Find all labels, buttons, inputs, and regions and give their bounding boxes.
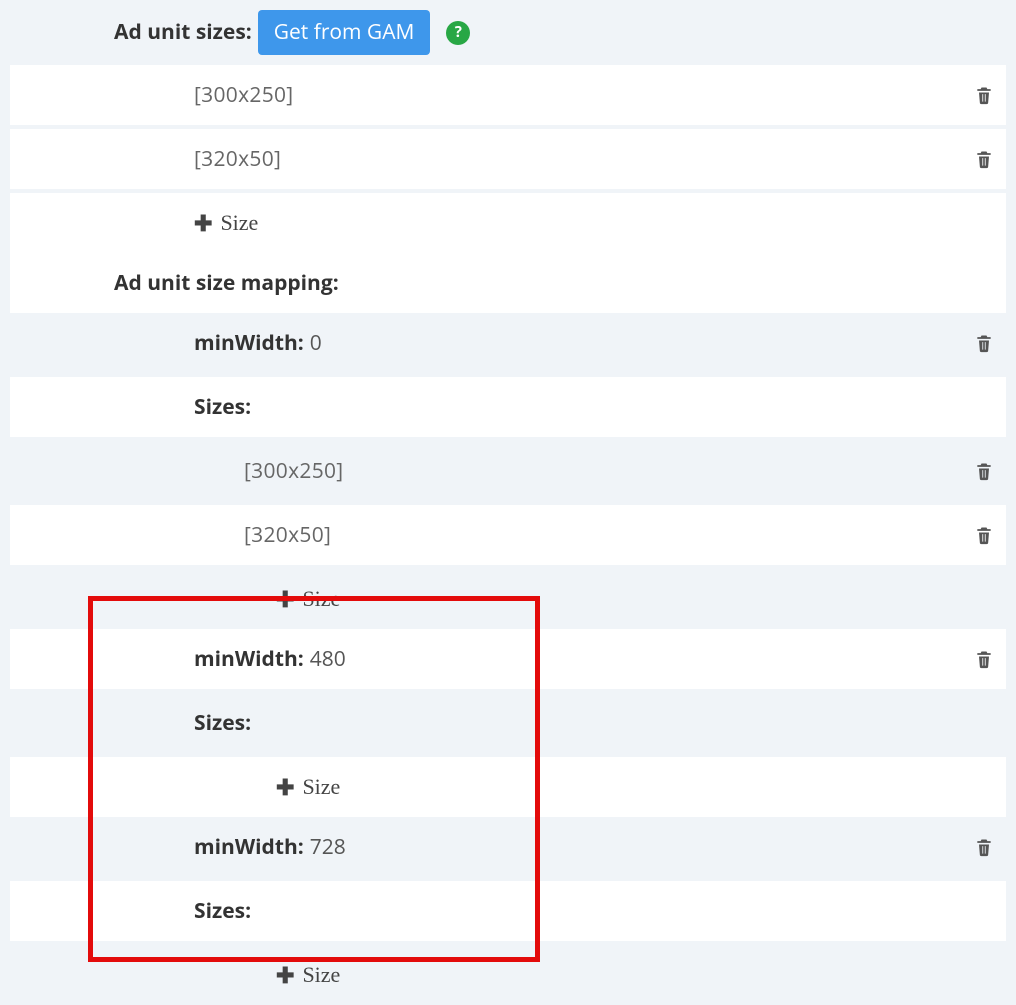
trash-icon[interactable] bbox=[974, 836, 994, 858]
ad-unit-sizes-header: Ad unit sizes: Get from GAM ? bbox=[10, 0, 1006, 65]
breakpoint-sizes-label-row: Sizes: bbox=[10, 881, 1006, 941]
trash-icon[interactable] bbox=[974, 84, 994, 106]
add-size-label: Size bbox=[302, 960, 340, 991]
minwidth-value: 728 bbox=[310, 833, 346, 862]
trash-icon[interactable] bbox=[974, 460, 994, 482]
size-row: [320x50] bbox=[10, 129, 1006, 189]
size-mapping-header: Ad unit size mapping: bbox=[10, 253, 1006, 313]
size-value: [300x250] bbox=[194, 81, 293, 110]
trash-icon[interactable] bbox=[974, 332, 994, 354]
size-mapping-label: Ad unit size mapping: bbox=[114, 269, 339, 298]
trash-icon[interactable] bbox=[974, 524, 994, 546]
add-breakpoint-size-button[interactable]: ✚ Size bbox=[10, 945, 1006, 1005]
minwidth-value: 480 bbox=[310, 645, 346, 674]
add-breakpoint-size-button[interactable]: ✚ Size bbox=[10, 569, 1006, 629]
trash-icon[interactable] bbox=[974, 648, 994, 670]
minwidth-value: 0 bbox=[310, 329, 322, 358]
minwidth-label: minWidth: bbox=[194, 329, 304, 358]
trash-icon[interactable] bbox=[974, 148, 994, 170]
plus-icon: ✚ bbox=[276, 772, 294, 803]
breakpoint-minwidth-row: minWidth: 480 bbox=[10, 629, 1006, 689]
help-icon[interactable]: ? bbox=[446, 21, 470, 45]
sizes-label: Sizes: bbox=[194, 393, 251, 422]
breakpoint-minwidth-row: minWidth: 0 bbox=[10, 313, 1006, 373]
breakpoint-sizes-label-row: Sizes: bbox=[10, 693, 1006, 753]
add-breakpoint-size-button[interactable]: ✚ Size bbox=[10, 757, 1006, 817]
size-value: [320x50] bbox=[194, 145, 281, 174]
size-value: [320x50] bbox=[244, 521, 331, 550]
sizes-label: Sizes: bbox=[194, 897, 251, 926]
size-row: [300x250] bbox=[10, 65, 1006, 125]
breakpoint-size-row: [300x250] bbox=[10, 441, 1006, 501]
add-size-label: Size bbox=[302, 584, 340, 615]
sizes-label: Sizes: bbox=[194, 709, 251, 738]
minwidth-label: minWidth: bbox=[194, 833, 304, 862]
breakpoint-size-row: [320x50] bbox=[10, 505, 1006, 565]
plus-icon: ✚ bbox=[194, 208, 212, 239]
add-size-label: Size bbox=[302, 772, 340, 803]
breakpoint-minwidth-row: minWidth: 728 bbox=[10, 817, 1006, 877]
plus-icon: ✚ bbox=[276, 960, 294, 991]
add-size-label: Size bbox=[220, 208, 258, 239]
plus-icon: ✚ bbox=[276, 584, 294, 615]
ad-unit-sizes-label: Ad unit sizes: bbox=[114, 18, 252, 47]
get-from-gam-button[interactable]: Get from GAM bbox=[258, 10, 431, 55]
breakpoint-sizes-label-row: Sizes: bbox=[10, 377, 1006, 437]
minwidth-label: minWidth: bbox=[194, 645, 304, 674]
size-value: [300x250] bbox=[244, 457, 343, 486]
add-size-button[interactable]: ✚ Size bbox=[10, 193, 1006, 253]
